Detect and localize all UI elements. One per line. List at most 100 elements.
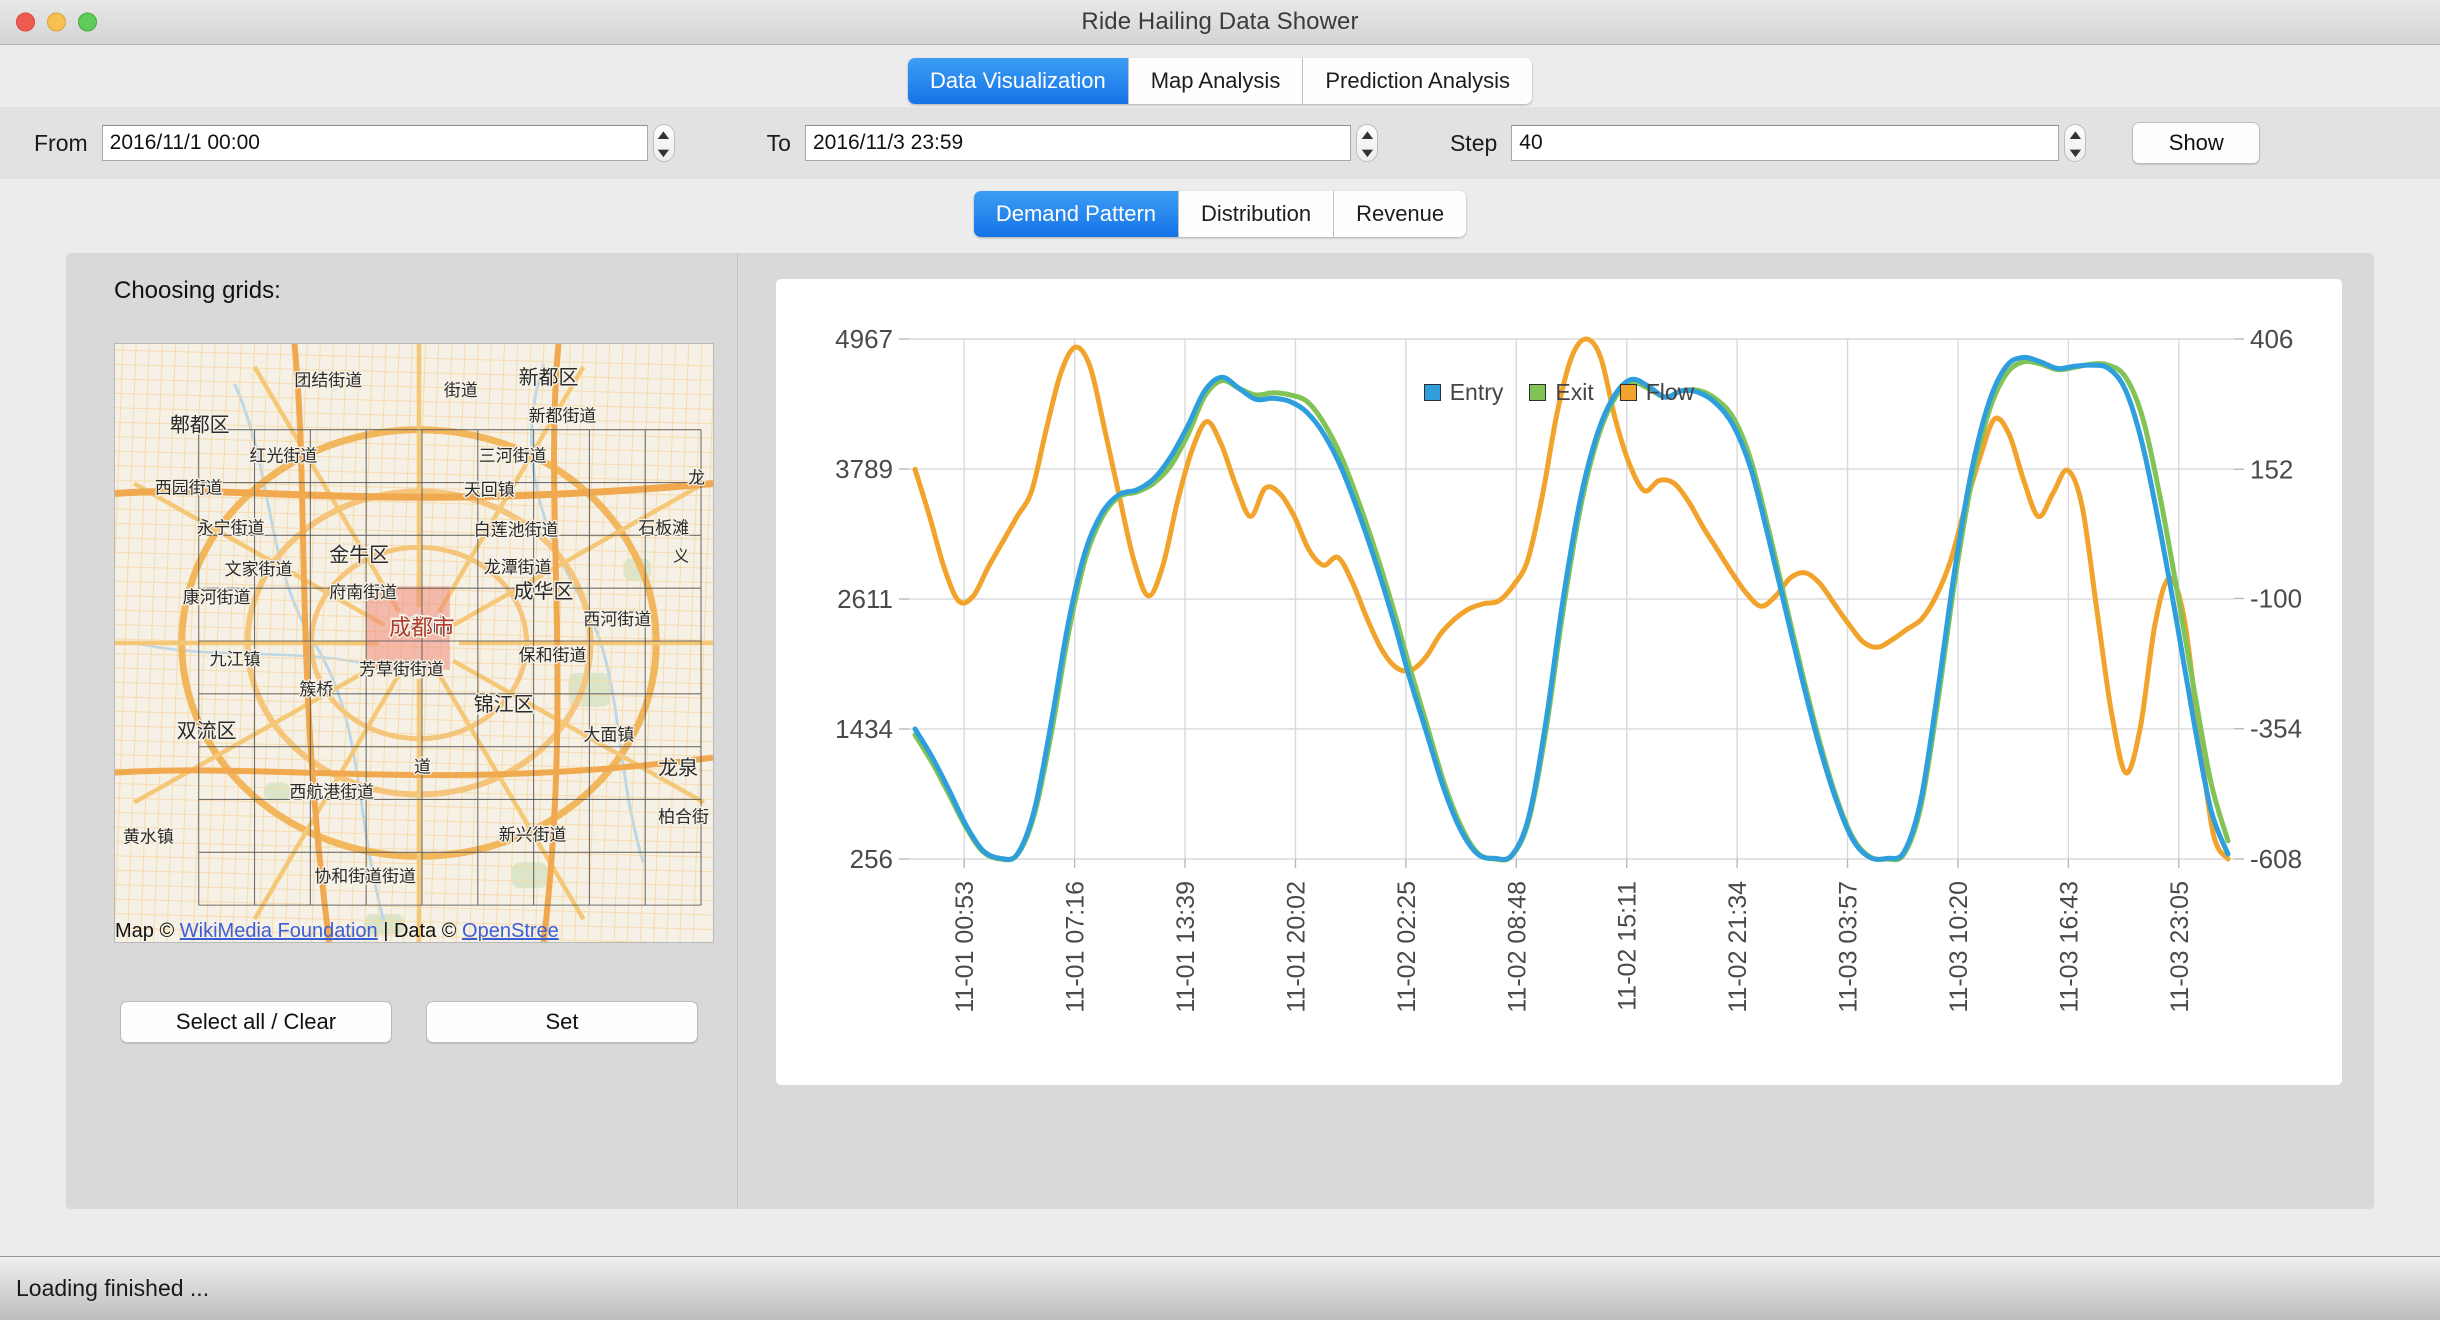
select-all-clear-button[interactable]: Select all / Clear bbox=[120, 1001, 392, 1043]
svg-text:石板滩: 石板滩 bbox=[638, 517, 689, 537]
svg-text:龙潭街道: 龙潭街道 bbox=[484, 557, 552, 577]
svg-text:九江镇: 九江镇 bbox=[210, 649, 261, 669]
status-text: Loading finished ... bbox=[16, 1275, 209, 1302]
svg-text:152: 152 bbox=[2250, 454, 2293, 484]
svg-text:406: 406 bbox=[2250, 324, 2293, 354]
content-panel: Choosing grids: 团结街道街道新都区郫都区新都街道红光街道三河街道… bbox=[66, 253, 2374, 1209]
svg-text:龙泉: 龙泉 bbox=[658, 757, 698, 780]
from-label: From bbox=[34, 130, 88, 157]
svg-text:11-01 20:02: 11-01 20:02 bbox=[1282, 881, 1310, 1013]
to-label: To bbox=[767, 130, 791, 157]
legend-item-flow[interactable]: Flow bbox=[1620, 379, 1695, 406]
tab-data-visualization[interactable]: Data Visualization bbox=[908, 58, 1129, 104]
map-attr-mid: | Data © bbox=[378, 920, 462, 942]
svg-text:团结街道: 团结街道 bbox=[294, 370, 362, 390]
svg-text:道: 道 bbox=[414, 757, 431, 777]
close-window-button[interactable] bbox=[16, 13, 35, 32]
svg-text:金牛区: 金牛区 bbox=[329, 543, 389, 566]
openstreetmap-link[interactable]: OpenStree bbox=[462, 920, 559, 942]
chart-legend: Entry Exit Flow bbox=[776, 379, 2342, 406]
legend-item-entry[interactable]: Entry bbox=[1424, 379, 1504, 406]
step-label: Step bbox=[1450, 130, 1497, 157]
svg-text:11-01 07:16: 11-01 07:16 bbox=[1062, 881, 1090, 1013]
svg-text:柏合街: 柏合街 bbox=[658, 806, 709, 826]
svg-text:黄水镇: 黄水镇 bbox=[123, 826, 174, 846]
map-attr-prefix: Map © bbox=[115, 920, 180, 942]
svg-text:3789: 3789 bbox=[835, 454, 893, 484]
svg-text:11-03 03:57: 11-03 03:57 bbox=[1835, 881, 1863, 1013]
svg-text:11-02 08:48: 11-02 08:48 bbox=[1503, 881, 1531, 1013]
svg-text:11-03 10:20: 11-03 10:20 bbox=[1945, 881, 1973, 1013]
svg-text:芳草街街道: 芳草街街道 bbox=[359, 659, 444, 679]
svg-text:4967: 4967 bbox=[835, 324, 893, 354]
svg-text:-100: -100 bbox=[2250, 583, 2302, 613]
subtab-revenue[interactable]: Revenue bbox=[1334, 191, 1466, 237]
status-bar: Loading finished ... bbox=[0, 1256, 2440, 1320]
svg-text:三河街道: 三河街道 bbox=[479, 446, 547, 466]
minimize-window-button[interactable] bbox=[47, 13, 66, 32]
svg-text:1434: 1434 bbox=[835, 714, 893, 744]
tab-map-analysis[interactable]: Map Analysis bbox=[1129, 58, 1304, 104]
svg-text:府南街道: 府南街道 bbox=[329, 582, 397, 602]
legend-label-entry: Entry bbox=[1450, 379, 1504, 406]
svg-text:成华区: 成华区 bbox=[514, 580, 574, 603]
svg-text:天回镇: 天回镇 bbox=[464, 479, 515, 499]
to-datetime-input[interactable]: 2016/11/3 23:59 bbox=[805, 125, 1351, 161]
svg-text:11-03 23:05: 11-03 23:05 bbox=[2166, 881, 2194, 1013]
tab-prediction-analysis[interactable]: Prediction Analysis bbox=[1303, 58, 1532, 104]
main-tab-bar: Data Visualization Map Analysis Predicti… bbox=[0, 45, 2440, 107]
svg-text:-354: -354 bbox=[2250, 714, 2302, 744]
svg-text:-608: -608 bbox=[2250, 844, 2302, 874]
legend-swatch-flow-icon bbox=[1620, 384, 1637, 401]
title-bar: Ride Hailing Data Shower bbox=[0, 0, 2440, 45]
svg-text:红光街道: 红光街道 bbox=[250, 446, 318, 466]
sub-tab-group: Demand Pattern Distribution Revenue bbox=[974, 191, 1466, 237]
legend-swatch-exit-icon bbox=[1529, 384, 1546, 401]
map-action-buttons: Select all / Clear Set bbox=[114, 1001, 737, 1043]
svg-text:郫都区: 郫都区 bbox=[170, 414, 230, 437]
legend-item-exit[interactable]: Exit bbox=[1529, 379, 1593, 406]
from-datetime-input[interactable]: 2016/11/1 00:00 bbox=[102, 125, 648, 161]
svg-text:大面镇: 大面镇 bbox=[583, 725, 634, 745]
maximize-window-button[interactable] bbox=[78, 13, 97, 32]
svg-text:康河街道: 康河街道 bbox=[183, 587, 251, 607]
svg-text:11-03 16:43: 11-03 16:43 bbox=[2055, 881, 2083, 1013]
subtab-distribution[interactable]: Distribution bbox=[1179, 191, 1334, 237]
svg-text:11-02 15:11: 11-02 15:11 bbox=[1614, 881, 1642, 1011]
step-stepper[interactable]: ▲▼ bbox=[2064, 124, 2086, 162]
set-button[interactable]: Set bbox=[426, 1001, 698, 1043]
svg-text:西航港街道: 西航港街道 bbox=[289, 781, 374, 801]
from-stepper[interactable]: ▲▼ bbox=[653, 124, 675, 162]
legend-label-exit: Exit bbox=[1555, 379, 1593, 406]
svg-text:锦江区: 锦江区 bbox=[474, 693, 534, 716]
svg-text:256: 256 bbox=[850, 844, 893, 874]
svg-text:协和街道街道: 协和街道街道 bbox=[314, 866, 416, 886]
svg-text:11-02 21:34: 11-02 21:34 bbox=[1724, 881, 1752, 1013]
map-image[interactable]: 团结街道街道新都区郫都区新都街道红光街道三河街道西园街道天回镇龙永宁街道白莲池街… bbox=[115, 344, 713, 942]
svg-text:成都市: 成都市 bbox=[389, 616, 455, 641]
show-button[interactable]: Show bbox=[2132, 122, 2260, 164]
svg-text:11-01 00:53: 11-01 00:53 bbox=[951, 881, 979, 1013]
step-input[interactable]: 40 bbox=[1511, 125, 2059, 161]
grid-map[interactable]: 团结街道街道新都区郫都区新都街道红光街道三河街道西园街道天回镇龙永宁街道白莲池街… bbox=[114, 343, 714, 943]
subtab-demand-pattern[interactable]: Demand Pattern bbox=[974, 191, 1179, 237]
svg-text:西园街道: 西园街道 bbox=[155, 478, 223, 498]
chart-column: Entry Exit Flow 11-01 00:53 11-01 07:16 11… bbox=[738, 253, 2374, 1209]
svg-text:文家街道: 文家街道 bbox=[225, 559, 293, 579]
app-window: Ride Hailing Data Shower Data Visualizat… bbox=[0, 0, 2440, 1320]
map-attribution: Map © WikiMedia Foundation | Data © Open… bbox=[115, 920, 713, 942]
main-tab-group: Data Visualization Map Analysis Predicti… bbox=[908, 58, 1532, 104]
legend-label-flow: Flow bbox=[1646, 379, 1695, 406]
svg-text:龙: 龙 bbox=[688, 468, 705, 488]
wikimedia-link[interactable]: WikiMedia Foundation bbox=[180, 920, 378, 942]
svg-text:永宁街道: 永宁街道 bbox=[197, 517, 265, 537]
svg-text:双流区: 双流区 bbox=[177, 720, 237, 743]
legend-swatch-entry-icon bbox=[1424, 384, 1441, 401]
svg-text:11-01 13:39: 11-01 13:39 bbox=[1172, 881, 1200, 1013]
svg-text:簇桥: 簇桥 bbox=[299, 679, 333, 699]
svg-text:2611: 2611 bbox=[837, 584, 893, 614]
controls-bar: From 2016/11/1 00:00 ▲▼ To 2016/11/3 23:… bbox=[0, 107, 2440, 179]
svg-text:西河街道: 西河街道 bbox=[583, 609, 651, 629]
grid-selection-column: Choosing grids: 团结街道街道新都区郫都区新都街道红光街道三河街道… bbox=[66, 253, 738, 1209]
to-stepper[interactable]: ▲▼ bbox=[1356, 124, 1378, 162]
